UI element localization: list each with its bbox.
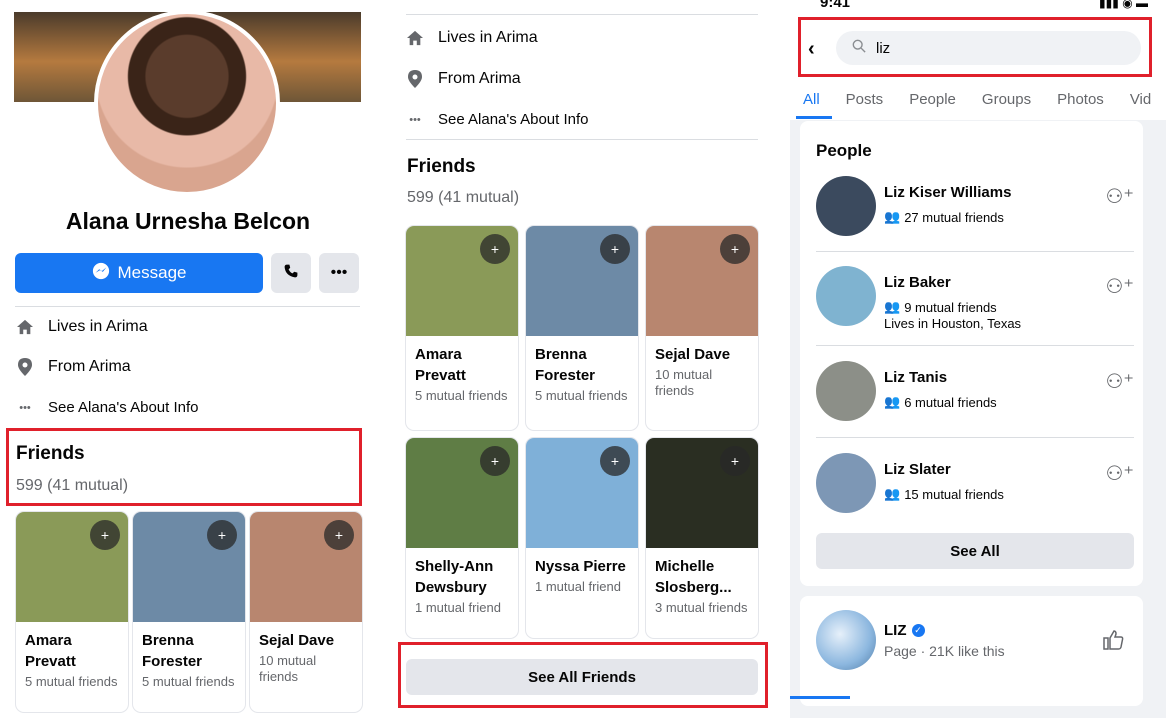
add-friend-icon[interactable]: + <box>480 446 510 476</box>
highlight-box <box>6 428 362 506</box>
messenger-icon <box>92 262 110 285</box>
highlight-box <box>798 17 1152 77</box>
friends-icon: 👥 <box>884 486 901 501</box>
profile-name: Alana Urnesha Belcon <box>65 208 311 234</box>
location-pin-icon <box>406 70 424 88</box>
friend-card[interactable]: + Amara Prevatt 5 mutual friends <box>16 512 128 712</box>
page-subtitle: Page · 21K like this <box>884 643 1005 659</box>
search-tabs: All Posts People Groups Photos Vid <box>790 78 1166 120</box>
person-result[interactable]: Liz Kiser Williams 👥 27 mutual friends ⚇⁺ <box>816 176 1134 236</box>
friend-card[interactable]: + Brenna Forester 5 mutual friends <box>526 226 638 430</box>
divider <box>816 437 1134 438</box>
add-friend-icon[interactable]: ⚇⁺ <box>1106 461 1135 486</box>
verified-badge-icon: ✓ <box>911 624 925 637</box>
message-button[interactable]: Message <box>15 253 263 293</box>
friend-card[interactable]: + Nyssa Pierre 1 mutual friend <box>526 438 638 638</box>
person-result[interactable]: Liz Slater 👥 15 mutual friends ⚇⁺ <box>816 453 1134 513</box>
friend-card[interactable]: + Shelly-Ann Dewsbury 1 mutual friend <box>406 438 518 638</box>
friend-photo: + <box>406 226 518 336</box>
info-from: From Arima <box>16 358 131 376</box>
add-friend-icon[interactable]: ⚇⁺ <box>1106 369 1135 394</box>
status-time: 9:41 <box>820 0 851 11</box>
friend-card[interactable]: + Michelle Slosberg... 3 mutual friends <box>646 438 758 638</box>
add-friend-icon[interactable]: + <box>720 234 750 264</box>
profile-panel: Alana Urnesha Belcon Message ••• Lives i… <box>0 0 376 718</box>
see-about-info-link[interactable]: ••• See Alana's About Info <box>16 399 198 416</box>
friends-panel: Lives in Arima From Arima ••• See Alana'… <box>394 0 772 718</box>
info-lives-in: Lives in Arima <box>406 29 538 47</box>
friend-card[interactable]: + Sejal Dave 10 mutual friends <box>646 226 758 430</box>
add-friend-icon[interactable]: + <box>720 446 750 476</box>
message-label: Message <box>117 263 187 282</box>
add-friend-icon[interactable]: ⚇⁺ <box>1106 184 1135 209</box>
add-friend-icon[interactable]: + <box>207 520 237 550</box>
info-lives-in: Lives in Arima <box>16 318 148 336</box>
friends-icon: 👥 <box>884 394 901 409</box>
friend-photo: + <box>250 512 362 622</box>
friend-card[interactable]: + Sejal Dave 10 mutual friends <box>250 512 362 712</box>
friend-photo: + <box>646 226 758 336</box>
friend-photo: + <box>133 512 245 622</box>
tab-photos[interactable]: Photos <box>1044 91 1117 108</box>
search-panel: 9:41 ▮▮▮ ◉ ▬ ‹ liz All Posts People Grou… <box>790 0 1166 718</box>
add-friend-icon[interactable]: + <box>480 234 510 264</box>
more-button[interactable]: ••• <box>319 253 359 293</box>
add-friend-icon[interactable]: + <box>600 446 630 476</box>
tab-videos[interactable]: Vid <box>1117 91 1164 108</box>
location-pin-icon <box>16 358 34 376</box>
friend-photo: + <box>16 512 128 622</box>
see-about-info-link[interactable]: ••• See Alana's About Info <box>406 111 588 128</box>
friends-count: 599 (41 mutual) <box>407 189 520 206</box>
page-name: LIZ <box>884 622 907 639</box>
divider <box>406 139 758 140</box>
add-friend-icon[interactable]: ⚇⁺ <box>1106 274 1135 299</box>
profile-actions: Message ••• <box>15 253 359 293</box>
see-all-people-button[interactable]: See All <box>816 533 1134 569</box>
avatar <box>816 453 876 513</box>
tab-bar-indicator <box>790 696 850 699</box>
divider <box>15 306 360 307</box>
active-tab-indicator <box>796 116 832 119</box>
phone-icon <box>283 263 299 284</box>
like-thumb-icon[interactable] <box>1101 628 1125 658</box>
tab-posts[interactable]: Posts <box>833 91 897 108</box>
tab-people[interactable]: People <box>896 91 969 108</box>
person-result[interactable]: Liz Baker 👥 9 mutual friends Lives in Hou… <box>816 266 1135 331</box>
page-result-card[interactable]: LIZ ✓ Page · 21K like this <box>800 596 1143 706</box>
call-button[interactable] <box>271 253 311 293</box>
friend-card[interactable]: + Brenna Forester 5 mutual friends <box>133 512 245 712</box>
divider <box>816 251 1134 252</box>
people-results-card: People Liz Kiser Williams 👥 27 mutual fri… <box>800 121 1143 586</box>
status-icons: ▮▮▮ ◉ ▬ <box>1099 0 1148 10</box>
highlight-box <box>398 642 768 708</box>
home-icon <box>16 319 34 335</box>
page-avatar <box>816 610 876 670</box>
more-dots-icon: ••• <box>409 113 421 126</box>
avatar <box>816 266 876 326</box>
friends-icon: 👥 <box>884 209 901 224</box>
friends-icon: 👥 <box>884 299 901 314</box>
divider <box>406 14 758 15</box>
add-friend-icon[interactable]: + <box>90 520 120 550</box>
more-dots-icon: ••• <box>19 401 31 414</box>
friend-photo: + <box>526 438 638 548</box>
avatar <box>816 176 876 236</box>
info-from: From Arima <box>406 70 521 88</box>
tab-groups[interactable]: Groups <box>969 91 1044 108</box>
add-friend-icon[interactable]: + <box>600 234 630 264</box>
people-section-title: People <box>816 141 872 160</box>
person-result[interactable]: Liz Tanis 👥 6 mutual friends ⚇⁺ <box>816 361 1134 421</box>
friend-photo: + <box>646 438 758 548</box>
home-icon <box>406 30 424 46</box>
friend-photo: + <box>526 226 638 336</box>
tab-all[interactable]: All <box>790 91 833 108</box>
add-friend-icon[interactable]: + <box>324 520 354 550</box>
friends-title: Friends <box>407 156 476 177</box>
avatar <box>816 361 876 421</box>
profile-avatar[interactable] <box>94 10 280 196</box>
friend-card[interactable]: + Amara Prevatt 5 mutual friends <box>406 226 518 430</box>
more-dots-icon: ••• <box>330 264 348 281</box>
friend-photo: + <box>406 438 518 548</box>
divider <box>816 345 1134 346</box>
